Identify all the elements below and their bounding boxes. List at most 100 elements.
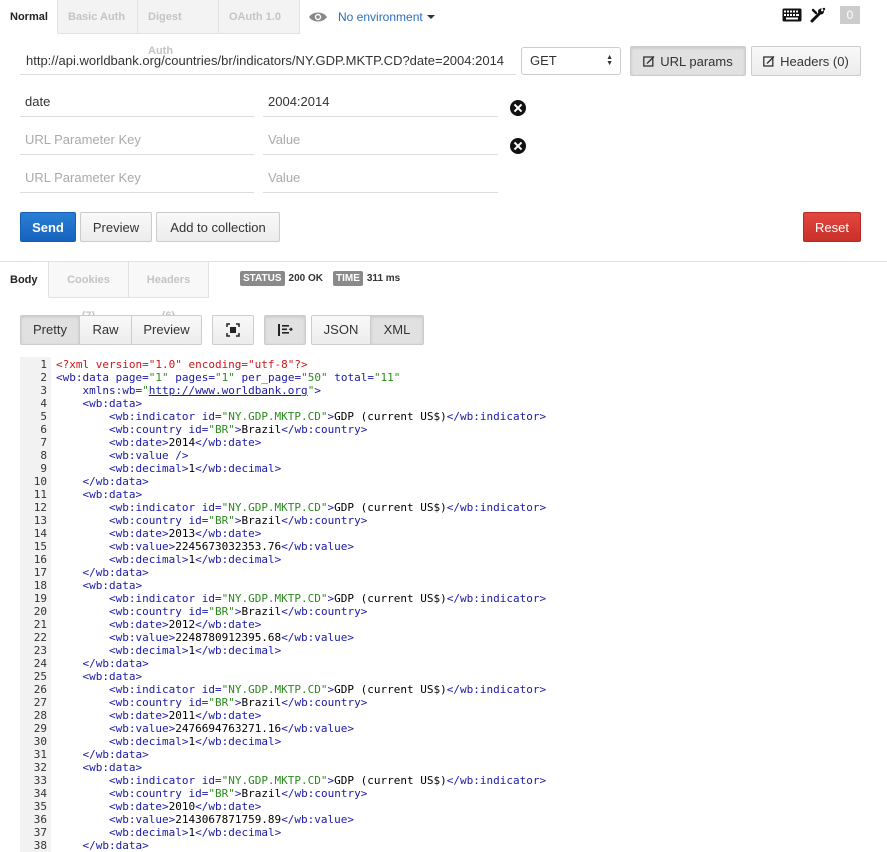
line-number: 10 xyxy=(33,475,47,488)
wrench-icon[interactable] xyxy=(810,7,826,23)
method-select[interactable]: GET ▲ ▼ xyxy=(521,47,621,75)
tab-headers[interactable]: Headers (6) xyxy=(129,262,209,322)
top-right-tools: 0 xyxy=(782,6,887,24)
param-value-input[interactable]: Value xyxy=(263,125,498,155)
code-line: <wb:indicator id="NY.GDP.MKTP.CD">GDP (c… xyxy=(108,410,547,423)
environment-selector[interactable]: No environment xyxy=(308,6,435,28)
line-number: 12 xyxy=(33,501,47,514)
line-number: 20 xyxy=(33,605,47,618)
send-button[interactable]: Send xyxy=(20,212,76,242)
code-line: <wb:value>2143067871759.89</wb:value> xyxy=(108,813,355,826)
code-line: <wb:indicator id="NY.GDP.MKTP.CD">GDP (c… xyxy=(108,774,547,787)
line-number: 35 xyxy=(33,800,47,813)
url-params-label: URL params xyxy=(660,53,733,69)
status-value: 200 OK xyxy=(288,273,323,284)
format-group: JSON XML xyxy=(311,315,424,345)
param-value-input[interactable]: Value xyxy=(263,163,498,193)
line-number: 33 xyxy=(33,774,47,787)
code-line: <wb:value>2248780912395.68</wb:value> xyxy=(108,631,355,644)
code-line: <wb:date>2014</wb:date> xyxy=(108,436,262,449)
line-number: 37 xyxy=(33,826,47,839)
tab-cookies[interactable]: Cookies (7) xyxy=(49,262,129,322)
param-key-input[interactable]: URL Parameter Key xyxy=(20,163,254,193)
raw-button[interactable]: Raw xyxy=(80,316,132,344)
close-circle-icon[interactable] xyxy=(510,100,526,116)
eye-icon xyxy=(309,12,327,22)
add-to-collection-button[interactable]: Add to collection xyxy=(156,212,280,242)
keyboard-icon[interactable] xyxy=(782,8,802,22)
code-line: <wb:data> xyxy=(82,488,143,501)
line-number: 6 xyxy=(40,423,47,436)
method-value: GET xyxy=(530,53,557,68)
line-number: 4 xyxy=(40,397,47,410)
line-number: 26 xyxy=(33,683,47,696)
auth-tabs: Normal Basic Auth Digest Auth OAuth 1.0 xyxy=(0,0,300,57)
code-line: <wb:country id="BR">Brazil</wb:country> xyxy=(108,605,368,618)
line-number: 27 xyxy=(33,696,47,709)
tab-basic-auth[interactable]: Basic Auth xyxy=(58,0,138,34)
code-line: <wb:date>2013</wb:date> xyxy=(108,527,262,540)
code-line: <wb:decimal>1</wb:decimal> xyxy=(108,735,282,748)
pretty-button[interactable]: Pretty xyxy=(21,316,80,344)
headers-button[interactable]: Headers (0) xyxy=(751,46,861,76)
line-number: 32 xyxy=(33,761,47,774)
code-line: <wb:indicator id="NY.GDP.MKTP.CD">GDP (c… xyxy=(108,683,547,696)
reset-button[interactable]: Reset xyxy=(803,212,861,242)
line-number: 36 xyxy=(33,813,47,826)
close-circle-icon[interactable] xyxy=(510,138,526,154)
chevron-down-icon xyxy=(426,15,435,19)
preview-mode-button[interactable]: Preview xyxy=(132,316,201,344)
wrap-lines-button[interactable] xyxy=(265,316,305,344)
fullscreen-button[interactable] xyxy=(213,316,253,344)
line-number: 21 xyxy=(33,618,47,631)
code-line: <wb:country id="BR">Brazil</wb:country> xyxy=(108,787,368,800)
code-line: <wb:data> xyxy=(82,579,143,592)
line-number: 1 xyxy=(40,358,47,371)
fullscreen-icon xyxy=(226,323,240,337)
notification-count[interactable]: 0 xyxy=(840,6,860,24)
code-line: </wb:data> xyxy=(82,657,149,670)
line-number: 38 xyxy=(33,839,47,852)
tab-body[interactable]: Body xyxy=(0,262,49,298)
line-number: 24 xyxy=(33,657,47,670)
edit-icon xyxy=(643,56,655,67)
code-line: <wb:data> xyxy=(82,670,143,683)
line-number: 15 xyxy=(33,540,47,553)
tab-oauth[interactable]: OAuth 1.0 xyxy=(219,0,300,34)
line-number: 3 xyxy=(40,384,47,397)
time-badge: TIME xyxy=(332,271,363,286)
url-input[interactable] xyxy=(20,47,516,75)
line-number: 2 xyxy=(40,371,47,384)
code-line: <wb:data page="1" pages="1" per_page="50… xyxy=(56,371,401,384)
param-key-input[interactable]: date xyxy=(20,87,254,117)
code-line: <wb:value /> xyxy=(108,449,189,462)
line-number: 7 xyxy=(40,436,47,449)
xml-button[interactable]: XML xyxy=(371,316,423,344)
line-number: 8 xyxy=(40,449,47,462)
code-line: <wb:decimal>1</wb:decimal> xyxy=(108,826,282,839)
url-params-button[interactable]: URL params xyxy=(630,46,746,76)
line-number: 17 xyxy=(33,566,47,579)
param-key-input[interactable]: URL Parameter Key xyxy=(20,125,254,155)
line-gutter: 1 2 3 4 5 6 7 8 9 10 11 12 13 14 15 16 17 18 19 20 21 22 23 24 2… xyxy=(20,357,51,852)
preview-button[interactable]: Preview xyxy=(80,212,152,242)
view-mode-group: Pretty Raw Preview xyxy=(20,315,202,345)
param-value-input[interactable]: 2004:2014 xyxy=(263,87,498,117)
line-number: 13 xyxy=(33,514,47,527)
line-number: 29 xyxy=(33,722,47,735)
fullscreen-group xyxy=(212,315,254,345)
response-body[interactable]: 1 2 3 4 5 6 7 8 9 10 11 12 13 14 15 16 17 18 19 20 21 22 23 24 2… xyxy=(20,357,886,852)
line-number: 16 xyxy=(33,553,47,566)
code-line: <wb:decimal>1</wb:decimal> xyxy=(108,553,282,566)
code-line: </wb:data> xyxy=(82,748,149,761)
tab-digest-auth[interactable]: Digest Auth xyxy=(138,0,219,57)
environment-label: No environment xyxy=(338,10,423,24)
edit-icon xyxy=(763,56,775,67)
code-line: xmlns:wb="http://www.worldbank.org"> xyxy=(82,384,321,397)
json-button[interactable]: JSON xyxy=(312,316,371,344)
code-line: <wb:date>2012</wb:date> xyxy=(108,618,262,631)
tab-normal[interactable]: Normal xyxy=(0,0,58,34)
code-line: <wb:data> xyxy=(82,397,143,410)
code-line: <wb:country id="BR">Brazil</wb:country> xyxy=(108,696,368,709)
line-number: 22 xyxy=(33,631,47,644)
